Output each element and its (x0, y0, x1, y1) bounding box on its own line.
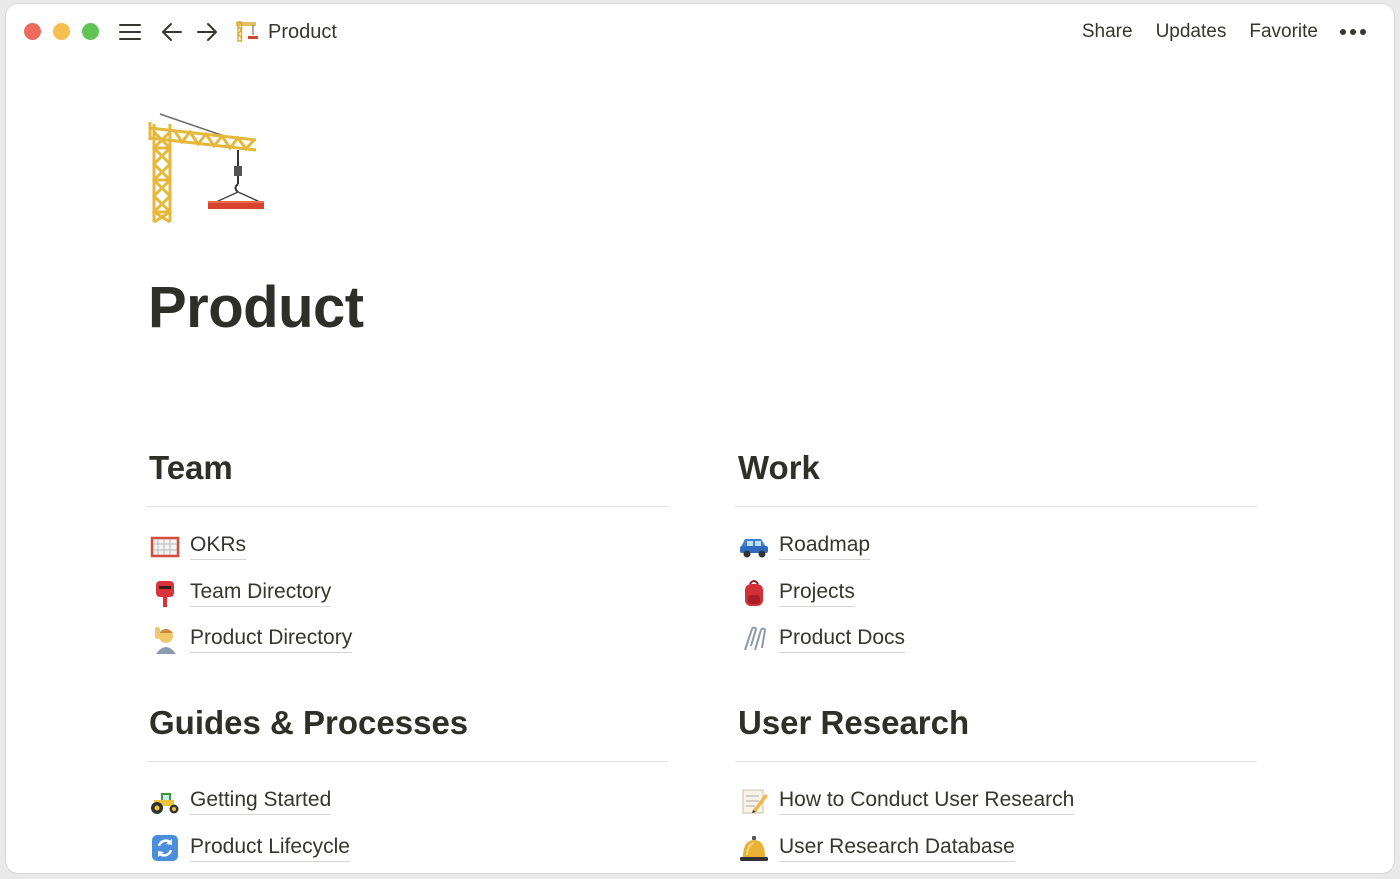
favorite-button[interactable]: Favorite (1249, 21, 1318, 43)
link-label: Roadmap (779, 532, 871, 561)
section-team: Team OKRs Team Directory Product Directo… (146, 446, 668, 663)
section-heading: User Research (738, 704, 970, 741)
link-label: Product Docs (779, 625, 906, 654)
divider (735, 761, 1257, 762)
minimize-window-button[interactable] (53, 23, 70, 40)
section-heading: Guides & Processes (149, 704, 469, 741)
section-user-research: User Research How to Conduct User Resear… (735, 701, 1257, 871)
goal-net-icon (148, 529, 182, 563)
page-link-roadmap[interactable]: Roadmap (735, 523, 1257, 570)
close-window-button[interactable] (24, 23, 41, 40)
link-label: Team Directory (190, 579, 332, 607)
divider (735, 506, 1257, 507)
link-label: Projects (779, 579, 855, 607)
page-crane-icon[interactable] (144, 110, 266, 226)
page-link-product-docs[interactable]: Product Docs (735, 616, 1257, 663)
updates-button[interactable]: Updates (1156, 21, 1227, 43)
link-label: Product Lifecycle (190, 834, 350, 862)
paperclips-icon (737, 622, 771, 656)
postbox-icon (148, 576, 182, 610)
page-link-user-research-database[interactable]: User Research Database (735, 825, 1257, 872)
car-icon (737, 529, 771, 563)
page-link-okrs[interactable]: OKRs (146, 523, 668, 570)
page-link-projects[interactable]: Projects (735, 570, 1257, 617)
crane-icon (234, 17, 260, 48)
link-label: OKRs (190, 532, 247, 561)
top-bar-actions: Share Updates Favorite (1059, 18, 1366, 46)
person-raising-hand-icon (148, 622, 182, 656)
forward-arrow-icon[interactable] (195, 18, 219, 46)
page-link-product-directory[interactable]: Product Directory (146, 616, 668, 663)
breadcrumb-label: Product (268, 20, 337, 43)
link-label: Product Directory (190, 625, 353, 654)
section-guides-processes: Guides & Processes Getting Started Produ… (146, 701, 668, 871)
app-window: Product Share Updates Favorite Product T… (6, 4, 1394, 873)
share-button[interactable]: Share (1082, 21, 1133, 43)
hamburger-menu-icon[interactable] (117, 18, 143, 46)
link-label: How to Conduct User Research (779, 787, 1075, 816)
divider (146, 506, 668, 507)
refresh-icon (148, 831, 182, 865)
page-link-getting-started[interactable]: Getting Started (146, 778, 668, 825)
link-label: User Research Database (779, 834, 1015, 862)
tractor-icon (148, 784, 182, 818)
page-title[interactable]: Product (148, 274, 364, 341)
link-label: Getting Started (190, 787, 332, 816)
page-link-how-to-conduct-user-research[interactable]: How to Conduct User Research (735, 778, 1257, 825)
divider (146, 761, 668, 762)
top-bar: Product Share Updates Favorite (6, 4, 1394, 60)
breadcrumb[interactable]: Product (234, 18, 337, 46)
page-link-product-lifecycle[interactable]: Product Lifecycle (146, 825, 668, 872)
backpack-icon (737, 576, 771, 610)
bell-icon (737, 831, 771, 865)
section-heading: Team (149, 449, 233, 486)
memo-icon (737, 784, 771, 818)
section-heading: Work (738, 449, 820, 486)
maximize-window-button[interactable] (82, 23, 99, 40)
back-arrow-icon[interactable] (160, 18, 184, 46)
section-work: Work Roadmap Projects Product Docs (735, 446, 1257, 663)
more-options-icon[interactable] (1340, 29, 1366, 35)
page-link-team-directory[interactable]: Team Directory (146, 570, 668, 617)
